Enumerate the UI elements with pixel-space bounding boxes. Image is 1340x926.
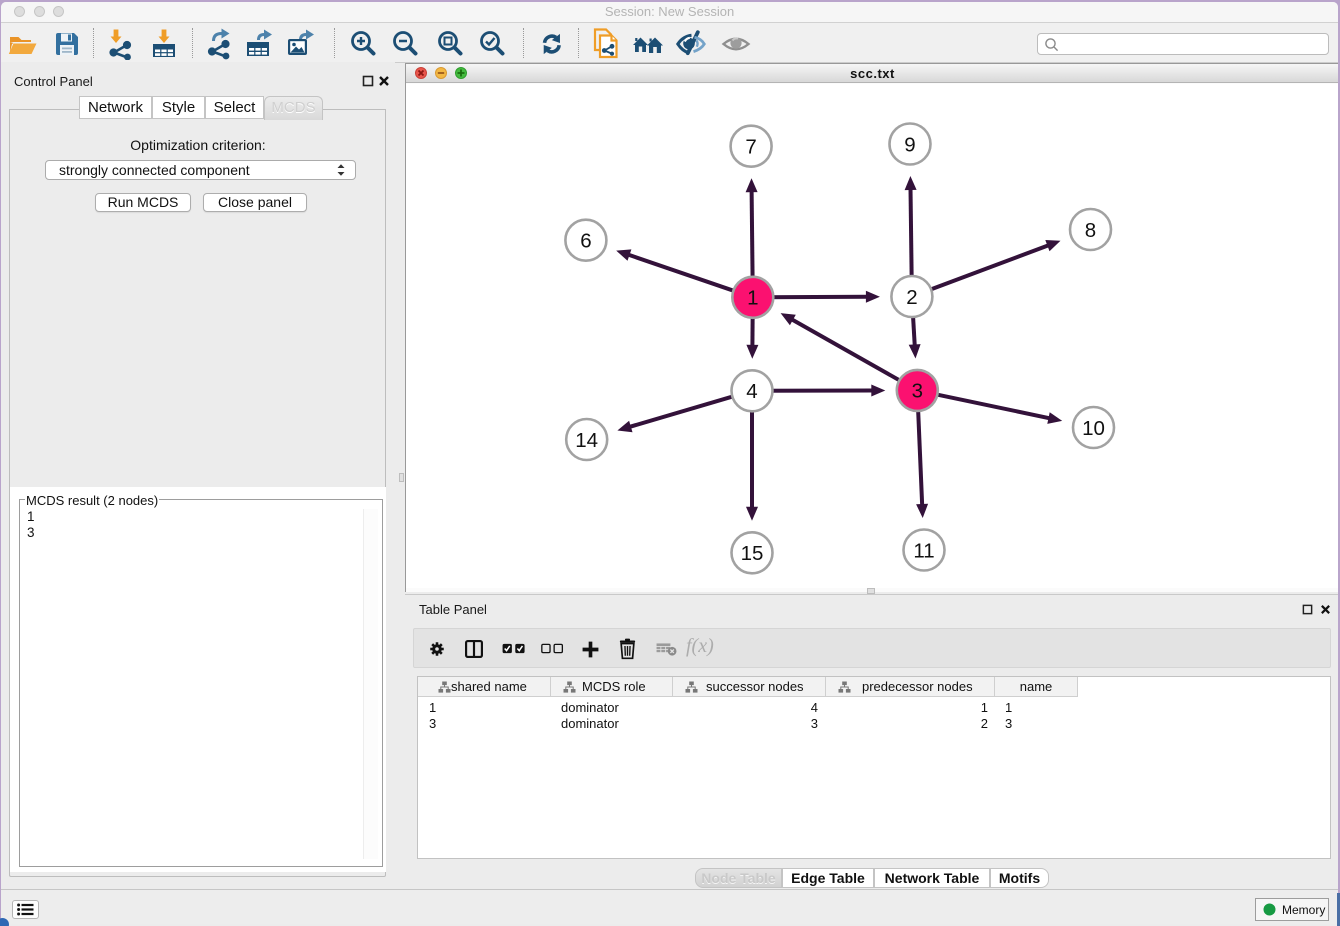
svg-text:11: 11 [913, 539, 934, 562]
svg-text:14: 14 [575, 429, 598, 452]
svg-text:10: 10 [1082, 417, 1105, 440]
svg-text:2: 2 [906, 286, 917, 309]
svg-text:8: 8 [1085, 219, 1096, 242]
svg-text:6: 6 [580, 230, 591, 253]
svg-text:15: 15 [741, 542, 764, 565]
svg-text:3: 3 [912, 380, 923, 403]
svg-text:9: 9 [904, 133, 915, 156]
svg-text:4: 4 [746, 380, 757, 403]
svg-text:1: 1 [747, 287, 758, 310]
svg-text:7: 7 [745, 136, 756, 159]
